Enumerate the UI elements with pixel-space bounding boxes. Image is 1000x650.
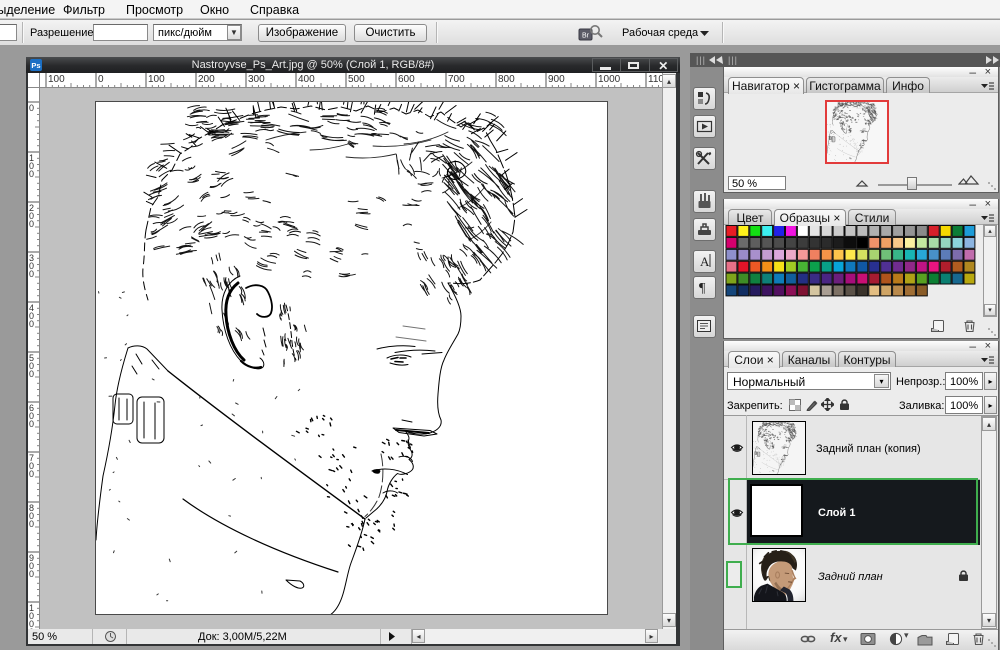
- svg-text:200: 200: [198, 74, 215, 85]
- svg-text:0: 0: [29, 219, 34, 229]
- svg-text:0: 0: [29, 419, 34, 429]
- svg-text:1100: 1100: [648, 74, 662, 85]
- svg-text:0: 0: [29, 569, 34, 579]
- svg-text:0: 0: [29, 103, 34, 113]
- svg-text:Ps: Ps: [31, 61, 40, 70]
- svg-text:¶: ¶: [699, 281, 706, 296]
- svg-text:0: 0: [29, 469, 34, 479]
- svg-text:500: 500: [348, 74, 365, 85]
- svg-text:0: 0: [29, 169, 34, 179]
- svg-text:800: 800: [498, 74, 515, 85]
- svg-text:0: 0: [29, 319, 34, 329]
- svg-text:600: 600: [398, 74, 415, 85]
- svg-text:A: A: [700, 254, 710, 269]
- svg-text:0: 0: [29, 369, 34, 379]
- svg-text:900: 900: [548, 74, 565, 85]
- svg-text:0: 0: [29, 269, 34, 279]
- svg-text:400: 400: [298, 74, 315, 85]
- svg-text:0: 0: [29, 519, 34, 529]
- svg-text:Br: Br: [582, 33, 590, 40]
- svg-text:0: 0: [98, 74, 104, 85]
- svg-text:1000: 1000: [598, 74, 621, 85]
- svg-text:100: 100: [148, 74, 165, 85]
- svg-text:700: 700: [448, 74, 465, 85]
- svg-text:300: 300: [248, 74, 265, 85]
- svg-text:100: 100: [48, 74, 65, 85]
